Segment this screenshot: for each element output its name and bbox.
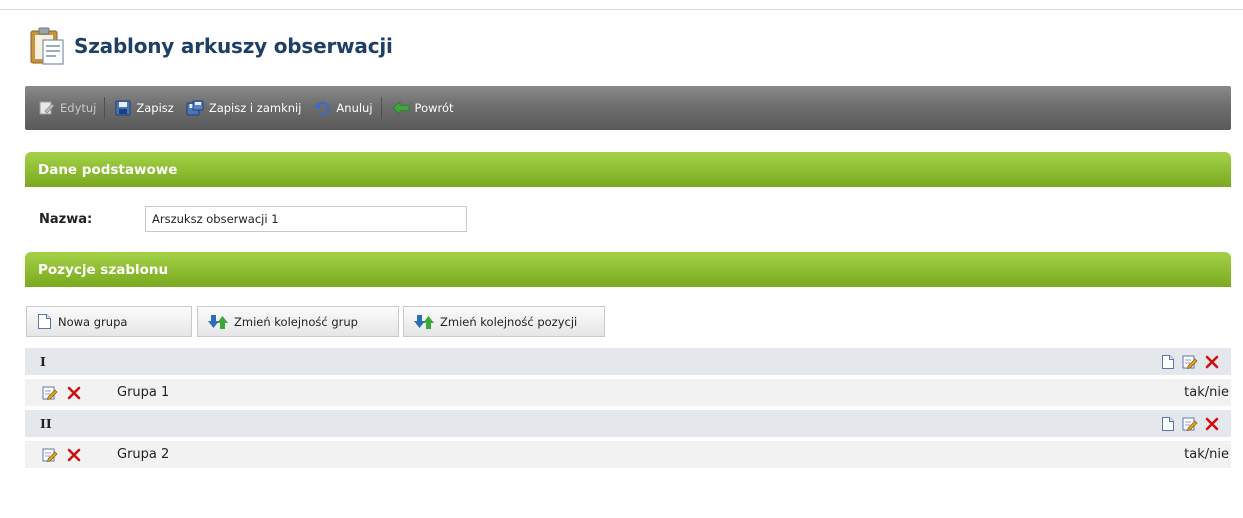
group-actions [1154,416,1219,432]
section-title: Pozycje szablonu [38,261,169,278]
item-actions [42,385,90,401]
list-item: Grupa 2 tak/nie [25,441,1231,468]
item-answer-type: tak/nie [1184,447,1229,462]
group-label: II [40,416,52,431]
toolbar-separator [380,97,382,119]
page-header: Szablony arkuszy obserwacji [28,26,393,66]
item-actions [42,447,90,463]
edit-icon[interactable] [1182,354,1198,370]
edit-icon[interactable] [42,447,58,463]
group-row: II [25,410,1231,437]
reorder-groups-label: Zmień kolejność grup [234,314,358,329]
group-actions [1154,354,1219,370]
page-title: Szablony arkuszy obserwacji [74,34,393,58]
clipboard-icon [28,26,66,66]
section-header-template-positions: Pozycje szablonu [25,252,1231,287]
cancel-label: Anuluj [336,101,373,115]
reorder-positions-label: Zmień kolejność pozycji [440,314,578,329]
floppy-close-icon [186,100,204,116]
reorder-arrows-icon [208,314,228,329]
edit-icon [39,101,55,115]
section-title: Dane podstawowe [38,161,178,178]
delete-x-icon[interactable] [67,448,81,462]
top-divider [0,9,1243,10]
reorder-groups-button[interactable]: Zmień kolejność grup [197,306,399,337]
new-group-label: Nowa grupa [58,314,128,329]
delete-x-icon[interactable] [67,386,81,400]
edit-label: Edytuj [60,101,97,115]
list-item: Grupa 1 tak/nie [25,379,1231,406]
reorder-arrows-icon [414,314,434,329]
save-label: Zapisz [136,101,174,115]
delete-x-icon[interactable] [1205,355,1219,369]
edit-icon[interactable] [42,385,58,401]
undo-icon [314,101,330,116]
new-group-button[interactable]: Nowa grupa [26,306,192,337]
delete-x-icon[interactable] [1205,417,1219,431]
section-header-basic-data: Dane podstawowe [25,152,1231,187]
item-label: Grupa 1 [117,385,170,400]
save-and-close-button[interactable]: Zapisz i zamknij [186,97,302,119]
item-label: Grupa 2 [117,447,170,462]
cancel-button[interactable]: Anuluj [313,97,373,119]
back-arrow-icon [392,101,409,115]
item-answer-type: tak/nie [1184,385,1229,400]
floppy-icon [115,100,131,116]
edit-icon[interactable] [1182,416,1198,432]
toolbar: Edytuj Zapisz Zapisz i zamknij Anuluj Po… [25,86,1231,130]
back-label: Powrót [414,101,454,115]
edit-button[interactable]: Edytuj [39,97,96,119]
save-and-close-label: Zapisz i zamknij [208,101,302,115]
toolbar-separator [104,97,106,119]
back-button[interactable]: Powrót [392,97,454,119]
new-document-icon [38,314,51,329]
new-document-icon[interactable] [1161,416,1175,432]
save-button[interactable]: Zapisz [115,97,174,119]
name-label: Nazwa: [39,212,93,227]
reorder-positions-button[interactable]: Zmień kolejność pozycji [403,306,605,337]
group-row: I [25,348,1231,375]
new-document-icon[interactable] [1161,354,1175,370]
group-label: I [40,354,46,369]
name-input[interactable] [145,206,467,232]
